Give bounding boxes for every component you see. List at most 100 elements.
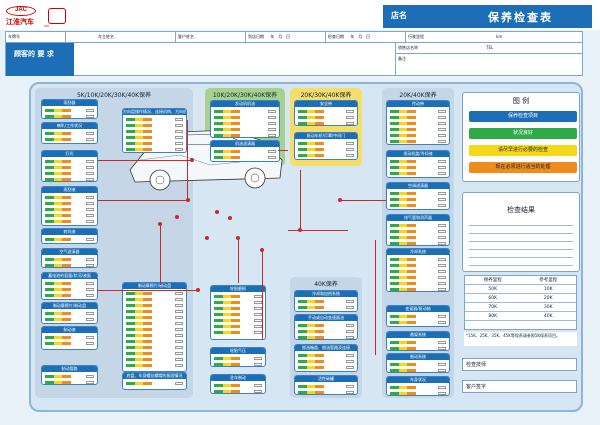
check-box[interactable]: [86, 115, 94, 118]
check-box[interactable]: [438, 363, 446, 366]
check-box[interactable]: [86, 238, 94, 241]
check-box[interactable]: [86, 138, 94, 141]
check-box[interactable]: [438, 236, 446, 239]
check-box[interactable]: [438, 224, 446, 227]
check-box[interactable]: [86, 264, 94, 267]
check-box[interactable]: [86, 220, 94, 223]
check-box[interactable]: [346, 122, 354, 125]
signature-field[interactable]: 客户签字: [462, 380, 577, 393]
check-box[interactable]: [175, 316, 183, 319]
check-box[interactable]: [86, 196, 94, 199]
check-box[interactable]: [438, 230, 446, 233]
check-box[interactable]: [175, 118, 183, 121]
check-box[interactable]: [438, 258, 446, 261]
check-box[interactable]: [254, 357, 262, 360]
check-box[interactable]: [86, 109, 94, 112]
check-box[interactable]: [268, 134, 276, 137]
check-box[interactable]: [175, 328, 183, 331]
check-box[interactable]: [438, 321, 446, 324]
check-box[interactable]: [438, 198, 446, 201]
check-box[interactable]: [175, 346, 183, 349]
check-box[interactable]: [346, 391, 354, 394]
check-box[interactable]: [254, 313, 262, 316]
check-box[interactable]: [438, 160, 446, 163]
check-box[interactable]: [346, 110, 354, 113]
check-box[interactable]: [346, 116, 354, 119]
check-box[interactable]: [254, 363, 262, 366]
mileage-field[interactable]: 行驶里程 km: [406, 32, 583, 43]
results-input[interactable]: [469, 218, 573, 266]
check-box[interactable]: [86, 178, 94, 181]
check-box[interactable]: [175, 322, 183, 325]
check-box[interactable]: [268, 156, 276, 159]
check-box[interactable]: [86, 318, 94, 321]
check-box[interactable]: [175, 304, 183, 307]
check-box[interactable]: [346, 148, 354, 151]
check-box[interactable]: [86, 312, 94, 315]
check-box[interactable]: [86, 375, 94, 378]
check-box[interactable]: [254, 384, 262, 387]
check-box[interactable]: [254, 325, 262, 328]
check-box[interactable]: [438, 315, 446, 318]
check-box[interactable]: [438, 172, 446, 175]
check-box[interactable]: [175, 292, 183, 295]
check-box[interactable]: [175, 340, 183, 343]
check-box[interactable]: [268, 110, 276, 113]
plate-number-field[interactable]: 车牌号: [6, 32, 66, 43]
inspector-field[interactable]: 检查技师: [462, 358, 577, 371]
check-box[interactable]: [346, 142, 354, 145]
check-box[interactable]: [268, 116, 276, 119]
sales-shop-field[interactable]: 销售店名称 TEL: [396, 43, 583, 54]
check-box[interactable]: [86, 282, 94, 285]
check-box[interactable]: [86, 202, 94, 205]
check-box[interactable]: [86, 342, 94, 345]
check-box[interactable]: [438, 341, 446, 344]
check-box[interactable]: [438, 276, 446, 279]
check-box[interactable]: [175, 130, 183, 133]
check-box[interactable]: [175, 382, 183, 385]
check-box[interactable]: [254, 307, 262, 310]
check-box[interactable]: [175, 310, 183, 313]
owner-name-field[interactable]: 车主姓名: [96, 32, 176, 43]
check-box[interactable]: [175, 124, 183, 127]
check-box[interactable]: [175, 358, 183, 361]
check-box[interactable]: [175, 334, 183, 337]
check-box[interactable]: [175, 352, 183, 355]
check-box[interactable]: [346, 154, 354, 157]
check-date-field[interactable]: 检查日期 年 月 日: [326, 32, 406, 43]
check-box[interactable]: [438, 369, 446, 372]
check-box[interactable]: [438, 270, 446, 273]
check-box[interactable]: [438, 288, 446, 291]
customer-name-field[interactable]: 客户姓名: [176, 32, 246, 43]
check-box[interactable]: [175, 148, 183, 151]
check-box[interactable]: [175, 364, 183, 367]
check-box[interactable]: [86, 288, 94, 291]
check-box[interactable]: [438, 128, 446, 131]
check-box[interactable]: [86, 172, 94, 175]
remark-field[interactable]: 备注: [396, 54, 583, 76]
check-box[interactable]: [254, 331, 262, 334]
check-box[interactable]: [268, 150, 276, 153]
check-box[interactable]: [346, 324, 354, 327]
check-box[interactable]: [438, 166, 446, 169]
customer-request-input[interactable]: [74, 43, 396, 76]
check-box[interactable]: [438, 392, 446, 395]
check-box[interactable]: [254, 295, 262, 298]
check-box[interactable]: [86, 336, 94, 339]
check-box[interactable]: [346, 300, 354, 303]
check-box[interactable]: [346, 360, 354, 363]
check-box[interactable]: [438, 122, 446, 125]
check-box[interactable]: [438, 192, 446, 195]
check-box[interactable]: [346, 330, 354, 333]
check-box[interactable]: [175, 142, 183, 145]
check-box[interactable]: [346, 385, 354, 388]
check-box[interactable]: [438, 282, 446, 285]
check-box[interactable]: [175, 136, 183, 139]
check-box[interactable]: [438, 204, 446, 207]
check-box[interactable]: [254, 319, 262, 322]
check-box[interactable]: [86, 258, 94, 261]
check-box[interactable]: [86, 160, 94, 163]
arrival-date-field[interactable]: 到店日期 年 月 日: [246, 32, 326, 43]
check-box[interactable]: [86, 294, 94, 297]
check-box[interactable]: [86, 381, 94, 384]
